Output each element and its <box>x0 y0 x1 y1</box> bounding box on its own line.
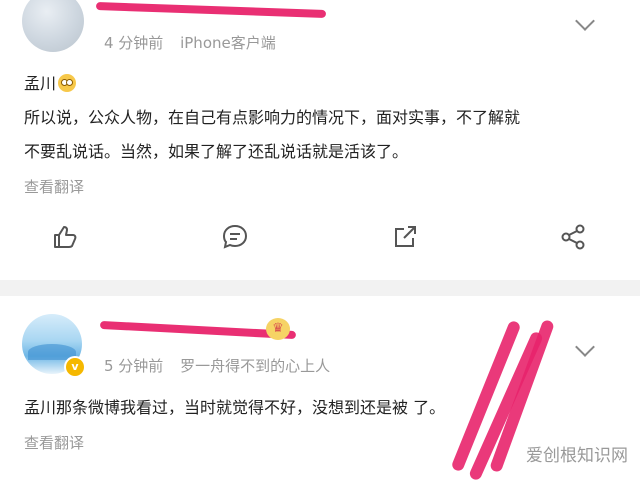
like-icon[interactable] <box>50 222 80 252</box>
post-text-line: 孟川那条微博我看过，当时就觉得不好，没想到还是被 了。 <box>24 398 446 417</box>
watermark: 爱创根知识网 <box>526 446 628 466</box>
flushed-face-emoji-icon <box>58 74 77 92</box>
post-text-line: 孟川 <box>24 74 77 94</box>
comment-icon[interactable] <box>220 222 250 252</box>
crown-badge-icon: ♛ <box>266 318 290 340</box>
avatar[interactable] <box>22 0 84 52</box>
redaction-scribble <box>95 1 327 19</box>
chevron-down-icon[interactable] <box>575 11 595 31</box>
post-time: 5 分钟前 <box>104 357 164 375</box>
repost-icon[interactable] <box>390 222 420 252</box>
weibo-post-1: 4 分钟前 iPhone客户端 孟川 所以说，公众人物，在自己有点影响力的情况下… <box>0 0 640 280</box>
post-text-line: 所以说，公众人物，在自己有点影响力的情况下，面对实事，不了解就 <box>24 108 521 127</box>
post-text-line: 不要乱说话。当然，如果了解了还乱说话就是活该了。 <box>24 142 409 161</box>
post-divider <box>0 280 640 296</box>
translate-link[interactable]: 查看翻译 <box>24 432 84 453</box>
post-source: iPhone客户端 <box>180 34 276 52</box>
post-time: 4 分钟前 <box>104 34 164 52</box>
post-meta: 5 分钟前 罗一舟得不到的心上人 <box>104 355 330 376</box>
verified-badge-icon: v <box>64 356 86 378</box>
post-meta: 4 分钟前 iPhone客户端 <box>104 32 276 53</box>
translate-link[interactable]: 查看翻译 <box>24 176 84 197</box>
chevron-down-icon[interactable] <box>575 337 595 357</box>
share-icon[interactable] <box>558 222 588 252</box>
post-source: 罗一舟得不到的心上人 <box>180 357 331 375</box>
